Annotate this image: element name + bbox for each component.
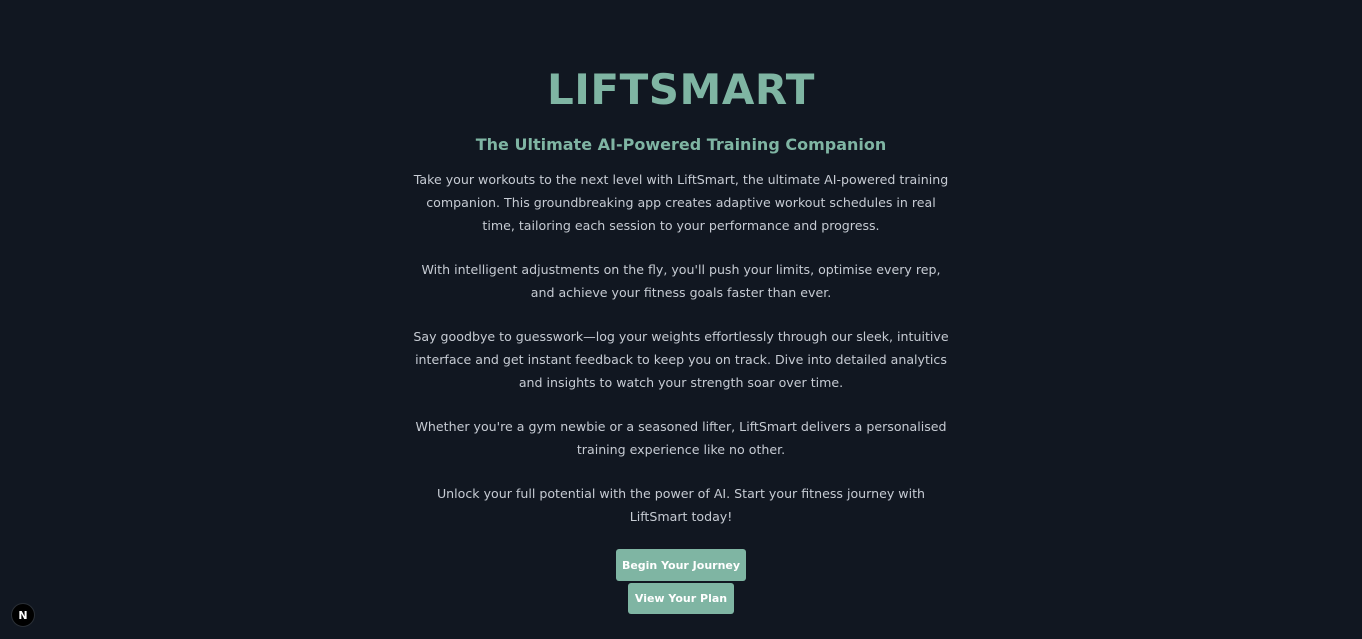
app-subtitle: The Ultimate AI-Powered Training Compani… bbox=[475, 135, 887, 154]
description-paragraph: Unlock your full potential with the powe… bbox=[436, 486, 926, 524]
begin-journey-button[interactable]: Begin Your Journey bbox=[616, 549, 746, 581]
description-paragraph: Take your workouts to the next level wit… bbox=[413, 172, 949, 233]
description-body: Take your workouts to the next level wit… bbox=[409, 168, 954, 528]
description-paragraph: Say goodbye to guesswork—log your weight… bbox=[413, 329, 949, 390]
description-paragraph: With intelligent adjustments on the fly,… bbox=[421, 262, 941, 300]
view-plan-button[interactable]: View Your Plan bbox=[628, 583, 734, 614]
hero-section: LIFTSMART The Ultimate AI-Powered Traini… bbox=[0, 64, 1362, 614]
dev-badge-label: N bbox=[18, 608, 28, 622]
cta-group: Begin Your Journey View Your Plan bbox=[616, 549, 746, 614]
nextjs-logo-icon[interactable]: N bbox=[11, 603, 35, 627]
landing-page: LIFTSMART The Ultimate AI-Powered Traini… bbox=[0, 0, 1362, 639]
app-title: LIFTSMART bbox=[547, 65, 815, 114]
description-paragraph: Whether you're a gym newbie or a seasone… bbox=[415, 419, 947, 457]
